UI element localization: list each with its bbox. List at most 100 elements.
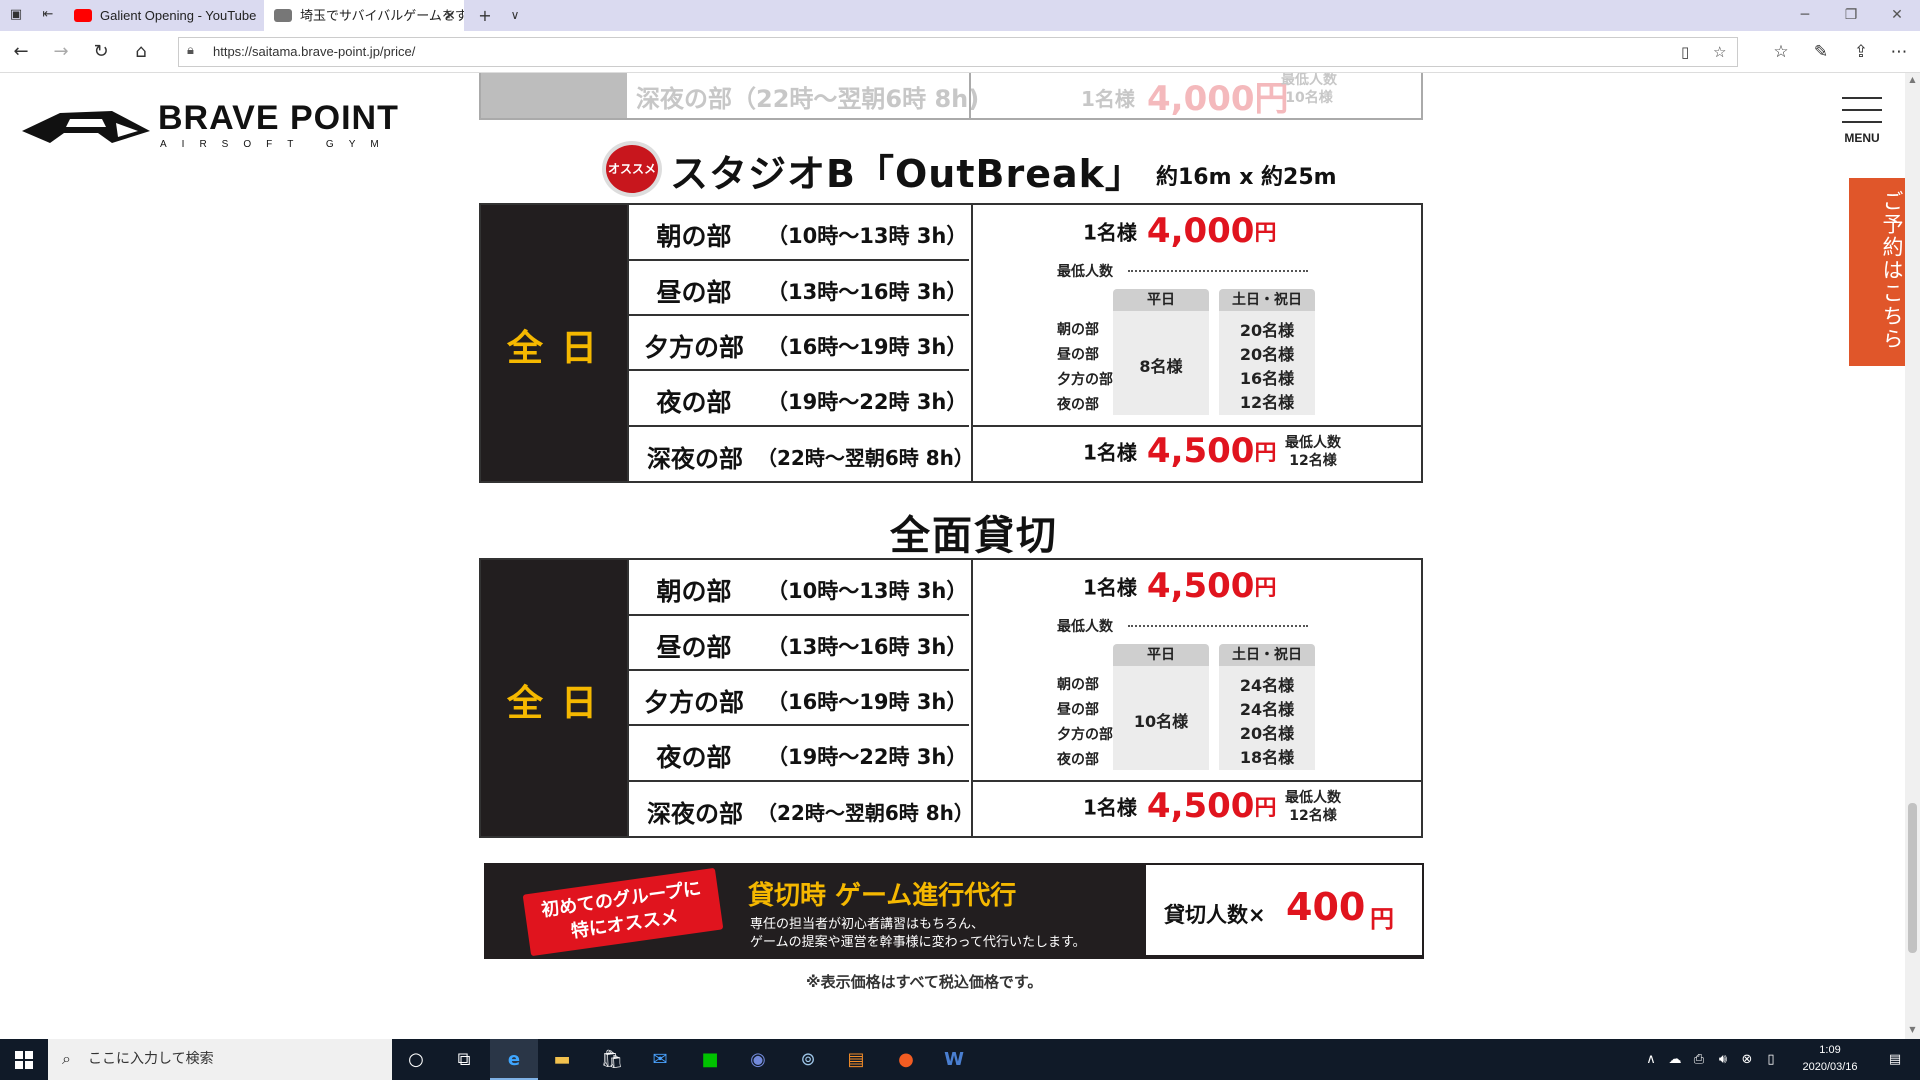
scrollbar-thumb[interactable] [1908,803,1917,953]
forward-icon[interactable]: → [46,37,76,67]
store-icon[interactable]: 🛍︎ [588,1039,636,1080]
notifications-icon[interactable]: ▤ [1880,1039,1910,1080]
allday-cell: 全日 [481,560,627,836]
network-icon[interactable]: ⎙ [1688,1039,1710,1080]
file-explorer-icon[interactable]: ▬ [538,1039,586,1080]
per-person-label: 1名様 [1083,440,1137,465]
weekend-min-value: 20名様 [1239,321,1295,340]
search-icon: ⌕ [62,1049,71,1068]
weekday-min-value: 10名様 [1133,712,1189,731]
more-icon[interactable]: ⋯ [1884,37,1914,67]
reading-view-icon[interactable]: ▯ [1681,38,1689,66]
close-window-icon[interactable]: ✕ [1874,0,1920,31]
weekend-header: 土日・祝日 [1219,289,1315,311]
search-placeholder: ここに入力して検索 [88,1051,214,1067]
favorites-icon[interactable]: ☆ [1766,37,1796,67]
slot-row: 朝の部 （10時〜13時 3h） [627,560,969,616]
per-person-label: 1名様 [1083,220,1137,245]
page-scrollbar[interactable]: ▲ ▼ [1905,73,1920,1039]
pen-icon[interactable]: ✎ [1806,37,1836,67]
steam-icon[interactable]: ⊚ [784,1039,832,1080]
taskbar-search[interactable]: ⌕ ここに入力して検索 [48,1039,392,1080]
url-field[interactable]: 🔒︎ https://saitama.brave-point.jp/price/… [178,37,1738,67]
tray-expand-icon[interactable]: ∧ [1640,1039,1662,1080]
day-price: 1名様 4,500円 [1083,566,1276,606]
edge-icon[interactable]: e [490,1039,538,1080]
banner-description: ゲームの提案や運営を幹事様に変わって代行いたします。 [750,935,1086,950]
refresh-icon[interactable]: ↻ [86,37,116,67]
slot-name: 夕方の部 [643,333,744,362]
ime-icon[interactable]: ▯ [1760,1039,1782,1080]
discord-icon[interactable]: ◉ [734,1039,782,1080]
cortana-icon[interactable]: ○ [392,1039,440,1080]
min-people-value: 10名様 [1285,90,1333,106]
windows-logo-icon [25,1051,33,1059]
word-icon[interactable]: W [930,1039,978,1080]
per-person-label: 1名様 [1083,795,1137,820]
allday-label: 全日 [506,683,615,724]
onedrive-icon[interactable]: ☁ [1664,1039,1686,1080]
slot-time: （19時〜22時 3h） [767,745,968,769]
tray-app-icon[interactable]: ⊗ [1736,1039,1758,1080]
restore-icon[interactable]: ❐ [1828,0,1874,31]
line-icon[interactable]: ■ [686,1039,734,1080]
system-clock[interactable]: 1:09 2020/03/16 [1780,1042,1880,1076]
tab-youtube[interactable]: Galient Opening - YouTube [64,0,260,31]
scroll-down-icon[interactable]: ▼ [1905,1025,1920,1034]
weekday-header: 平日 [1113,644,1209,666]
allday-label: 全日 [506,328,615,369]
allday-cell [481,73,627,118]
slot-row-night: 深夜の部 （22時〜翌朝6時 8h） [627,427,974,481]
scroll-up-icon[interactable]: ▲ [1905,75,1920,84]
tab-label: 埼玉でサバイバルゲームをす [300,8,464,23]
yen-label: 円 [1254,221,1277,246]
night-min-people: 最低人数 12名様 [1285,434,1341,470]
slot-row: 昼の部 （13時〜16時 3h） [627,261,969,316]
reserve-button[interactable]: ご予約はこちら [1849,178,1905,366]
min-people: 最低人数 10名様 [1281,73,1337,107]
min-people-label: 最低人数 [1281,73,1337,88]
banner-price-box: 貸切人数× 400 円 [1146,865,1422,957]
hamburger-line [1842,121,1882,123]
slot-name: 朝の部 [656,577,732,606]
full-rental-heading: 全面貸切 [890,513,1058,559]
slot-time: （13時〜16時 3h） [767,635,968,659]
slot-label: 夜の部 [1057,397,1099,413]
night-min-people: 最低人数 12名様 [1285,789,1341,825]
slot-name: 夜の部 [656,743,732,772]
volume-icon[interactable]: 🔊︎ [1712,1039,1734,1080]
night-price-box: 1名様 4,500円 最低人数 12名様 [971,782,1421,836]
new-tab-button[interactable]: + [470,0,500,31]
share-icon[interactable]: ⇪ [1846,37,1876,67]
previous-table-last-row: 深夜の部（22時〜翌朝6時 8h) 1名様 4,000円 最低人数 10名様 [479,73,1423,120]
site-logo[interactable]: BRAVE POINT AIRSOFT GYM [20,93,470,153]
start-button[interactable] [0,1039,48,1080]
slot-label: 夕方の部 [1057,727,1113,743]
back-icon[interactable]: ← [6,37,36,67]
reserve-label: ご予約はこちら [1880,190,1904,351]
weekend-column: 24名様 24名様 20名様 18名様 [1219,666,1315,770]
tab-bravepoint[interactable]: 埼玉でサバイバルゲームをす ✕ [264,0,464,31]
slot-time: （22時〜翌朝6時 8h） [757,446,974,470]
origin-icon[interactable]: ● [882,1039,930,1080]
windows-logo-icon [25,1061,33,1069]
yen-label: 円 [1254,441,1277,466]
weekend-min-value: 18名様 [1239,748,1295,767]
favorite-star-icon[interactable]: ☆ [1713,38,1726,66]
task-view-icon[interactable]: ⧉ [440,1039,488,1080]
mail-icon[interactable]: ✉ [636,1039,684,1080]
tab-list-chevron-icon[interactable]: ∨ [500,0,530,31]
slot-time: （16時〜19時 3h） [767,690,968,714]
weekday-column: 8名様 [1113,311,1209,415]
menu-button[interactable]: MENU [1838,93,1886,149]
amazon-icon[interactable]: ▤ [832,1039,880,1080]
close-tab-icon[interactable]: ✕ [444,0,456,31]
minimize-icon[interactable]: ─ [1782,0,1828,31]
slot-time: （13時〜16時 3h） [767,280,968,304]
tab-actions-icon[interactable]: ▣ [8,8,24,22]
home-icon[interactable]: ⌂ [126,37,156,67]
recommend-badge: オススメ [602,141,662,197]
set-aside-tabs-icon[interactable]: ⇤ [40,8,56,22]
youtube-icon [74,9,92,22]
price-value: 4,000 [1146,211,1255,251]
